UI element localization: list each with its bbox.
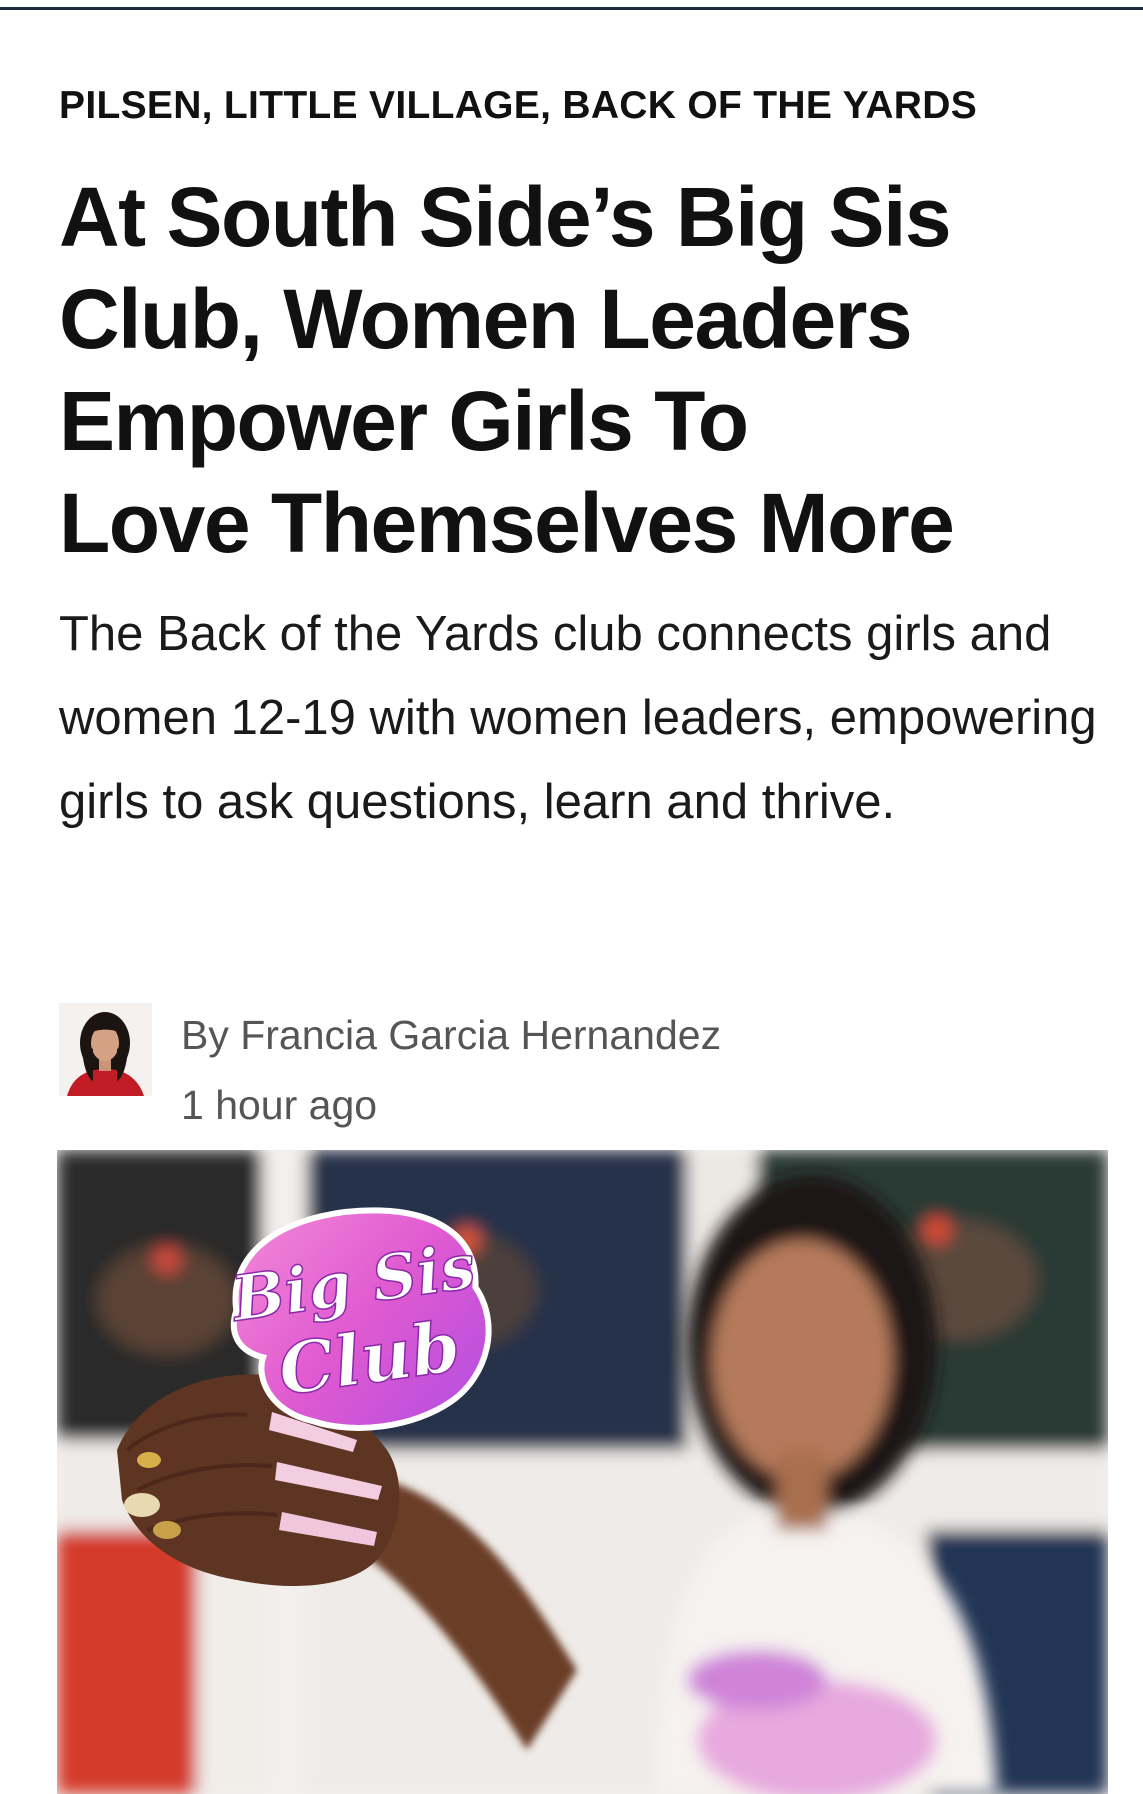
byline-text: By Francia Garcia Hernandez 1 hour ago [181, 1007, 721, 1133]
hero-photo: Big Sis Club [57, 1150, 1108, 1794]
top-rule-inner [0, 0, 1143, 7]
publish-timestamp: 1 hour ago [181, 1082, 378, 1128]
byline: By Francia Garcia Hernandez 1 hour ago [59, 1003, 959, 1128]
author-avatar[interactable] [59, 1003, 152, 1096]
article-dek: The Back of the Yards club connects girl… [59, 607, 1097, 829]
author-avatar-image [59, 1003, 152, 1096]
article-headline: At South Side’s Big Sis Club, Women Lead… [59, 170, 955, 570]
hero-image: Big Sis Club [57, 1150, 1108, 1794]
article-header: PILSEN, LITTLE VILLAGE, BACK OF THE YARD… [59, 76, 1097, 844]
author-name[interactable]: By Francia Garcia Hernandez [181, 1007, 721, 1063]
category-link[interactable]: PILSEN, LITTLE VILLAGE, BACK OF THE YARD… [59, 76, 1089, 136]
